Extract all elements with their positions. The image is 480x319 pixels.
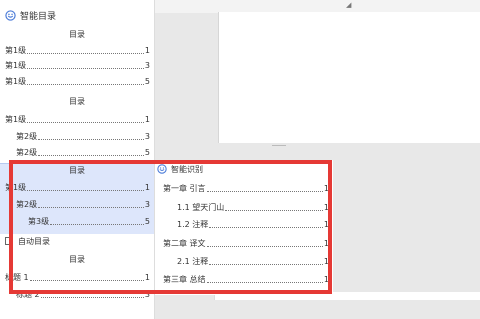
auto-toc-section: 自动目录: [0, 234, 154, 248]
panel-header: 智能目录: [0, 0, 154, 30]
toc-row-label: 第1级: [5, 114, 27, 124]
toc-row-page: 1: [144, 182, 150, 192]
recognition-row-label: 1.2 注释: [177, 219, 209, 229]
toc-row: 第1级 3: [0, 58, 154, 72]
toc-row-label: 第2级: [16, 131, 38, 141]
auto-toc-label: 自动目录: [18, 236, 50, 246]
toc-heading: 目录: [69, 255, 85, 264]
toc-row-label: 第1级: [5, 182, 27, 192]
toc-row-page: 3: [144, 199, 150, 209]
toc-row-label: 第3级: [28, 216, 50, 226]
toc-style-3: 目录: [0, 164, 154, 178]
toc-row: 标题 2 3: [0, 287, 154, 301]
toc-row-page: 3: [144, 289, 150, 299]
recognition-row-page: 1: [323, 274, 329, 284]
recognition-row-label: 1.1 望天门山: [177, 202, 225, 212]
toc-auto-style[interactable]: 目录: [0, 253, 154, 267]
toc-row-page: 1: [144, 272, 150, 282]
toc-row-label: 第1级: [5, 60, 27, 70]
toc-row: 第1级 1: [0, 112, 154, 126]
smart-toc-icon: [5, 9, 16, 21]
toc-row: 第3级 5: [0, 214, 154, 228]
toc-row-page: 1: [144, 114, 150, 124]
recognition-row: 第二章 译文 1: [163, 236, 333, 250]
toc-heading: 目录: [69, 97, 85, 106]
smart-recognition-title: 智能识别: [171, 164, 203, 174]
recognition-row-label: 第二章 译文: [163, 238, 206, 248]
toc-row: 第2级 3: [0, 129, 154, 143]
toc-row-label: 第2级: [16, 199, 38, 209]
recognition-row-page: 1: [323, 256, 329, 266]
document-page[interactable]: [218, 12, 480, 143]
recognition-row-page: 1: [323, 183, 329, 193]
recognition-row: 第三章 总结 1: [163, 272, 333, 286]
recognition-row: 2.1 注释 1: [177, 254, 333, 268]
toc-row-label: 第2级: [16, 147, 38, 157]
smart-recognition-header: 智能识别: [157, 162, 203, 176]
recognition-row-label: 第一章 引言: [163, 183, 206, 193]
panel-title: 智能目录: [20, 11, 57, 22]
toc-row-label: 标题 1: [5, 272, 29, 282]
recognition-row-label: 2.1 注释: [177, 256, 209, 266]
recognition-row-page: 1: [323, 219, 329, 229]
recognition-row: 1.1 望天门山 1: [177, 200, 333, 214]
recognition-row-page: 1: [323, 238, 329, 248]
ruler-marker-icon: ◢: [346, 1, 352, 9]
toc-row: 第2级 5: [0, 145, 154, 159]
toc-heading: 目录: [69, 30, 85, 39]
toc-row-page: 1: [144, 45, 150, 55]
toc-row: 第1级 5: [0, 74, 154, 88]
toc-row: 第2级 3: [0, 197, 154, 211]
smart-toc-panel: 智能目录 目录 第1级 1 第1级 3 第1级 5 目录 第1级 1 第2级 3 第2级 5…: [0, 0, 155, 319]
smart-recognition-panel[interactable]: 智能识别 第一章 引言 1 1.1 望天门山 1 1.2 注释 1 第二章 译文 1 2…: [154, 160, 333, 295]
toc-row-page: 5: [144, 216, 150, 226]
recognition-row: 第一章 引言 1: [163, 181, 333, 195]
recognition-row: 1.2 注释 1: [177, 217, 333, 231]
document-icon: [5, 237, 12, 245]
toc-row-page: 3: [144, 60, 150, 70]
recognition-row-label: 第三章 总结: [163, 274, 206, 284]
toc-row-page: 5: [144, 76, 150, 86]
toc-row: 标题 1 1: [0, 270, 154, 284]
toc-row-label: 第1级: [5, 45, 27, 55]
toc-row-label: 第1级: [5, 76, 27, 86]
toc-row: 第1级 1: [0, 180, 154, 194]
toc-row-page: 3: [144, 131, 150, 141]
smart-recognition-icon: [157, 164, 167, 174]
toc-style-2[interactable]: 目录: [0, 95, 154, 109]
toc-row-label: 标题 2: [16, 289, 40, 299]
toc-heading: 目录: [69, 166, 85, 175]
toc-row-page: 5: [144, 147, 150, 157]
page-corner-mark: [272, 145, 286, 146]
toc-row: 第1级 1: [0, 43, 154, 57]
toc-style-1[interactable]: 目录: [0, 28, 154, 42]
recognition-row-page: 1: [323, 202, 329, 212]
